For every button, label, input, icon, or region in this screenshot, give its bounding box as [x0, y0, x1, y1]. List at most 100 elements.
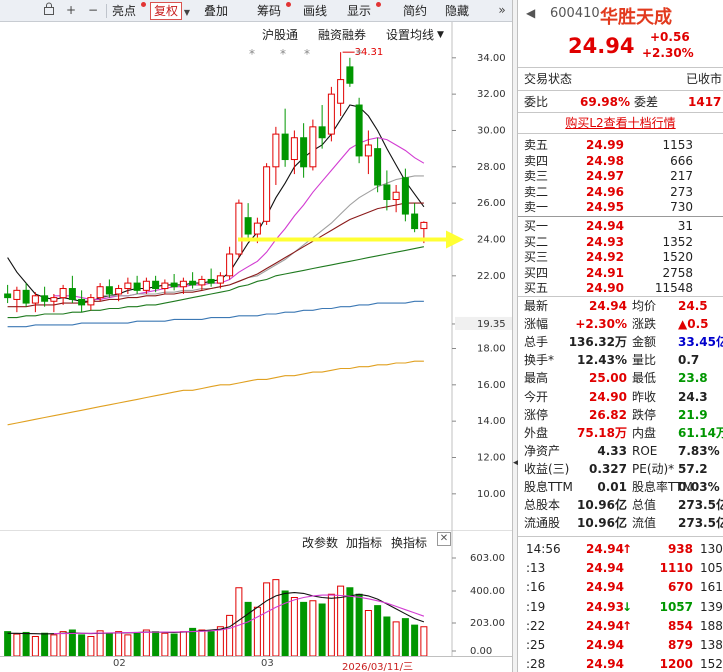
candle-body[interactable] — [133, 282, 141, 291]
volume-bar[interactable] — [226, 614, 234, 656]
candle-body[interactable] — [142, 280, 150, 291]
ask-row[interactable]: 卖五 24.99 1153 — [518, 137, 723, 154]
volume-bar[interactable] — [4, 631, 12, 656]
candle-body[interactable] — [207, 278, 215, 284]
ask-row[interactable]: 卖三 24.97 217 — [518, 168, 723, 185]
candle-body[interactable] — [161, 282, 169, 290]
candle-body[interactable] — [364, 144, 372, 157]
candle-body[interactable] — [309, 126, 317, 168]
candle-body[interactable] — [290, 137, 298, 161]
volume-bar[interactable] — [300, 601, 308, 656]
volume-bar[interactable] — [364, 610, 372, 657]
volume-bar[interactable] — [401, 618, 409, 656]
close-indicator-icon[interactable]: ✕ — [437, 532, 451, 546]
candle-body[interactable] — [318, 126, 326, 139]
candle-body[interactable] — [327, 93, 335, 135]
volume-bar[interactable] — [420, 626, 428, 656]
bid-row[interactable]: 买五 24.90 11548 — [518, 280, 723, 297]
volume-bar[interactable] — [142, 629, 150, 656]
volume-bar[interactable] — [96, 630, 104, 656]
volume-bar[interactable] — [59, 631, 67, 656]
volume-bar[interactable] — [170, 633, 178, 656]
volume-bar[interactable] — [207, 631, 215, 656]
candle-body[interactable] — [216, 275, 224, 284]
volume-bar[interactable] — [355, 593, 363, 656]
volume-bar[interactable] — [31, 636, 39, 657]
ask-row[interactable]: 卖四 24.98 666 — [518, 153, 723, 170]
candle-body[interactable] — [392, 191, 400, 201]
volume-bar[interactable] — [392, 621, 400, 656]
candle-body[interactable] — [31, 295, 39, 304]
volume-bar[interactable] — [290, 597, 298, 657]
candle-body[interactable] — [13, 289, 21, 300]
double-chevron-right-icon[interactable]: » — [494, 2, 510, 19]
volume-bar[interactable] — [13, 633, 21, 656]
volume-bar[interactable] — [244, 601, 252, 656]
bid-row[interactable]: 买一 24.94 31 — [518, 218, 723, 235]
toolbar-item[interactable]: 亮点 — [112, 2, 136, 20]
volume-bar[interactable] — [253, 606, 261, 656]
volume-bar[interactable] — [272, 579, 280, 656]
candle-body[interactable] — [68, 288, 76, 300]
candle-body[interactable] — [170, 282, 178, 288]
volume-bar[interactable] — [346, 587, 354, 656]
back-arrow-icon[interactable]: ◀ — [526, 6, 535, 20]
candle-body[interactable] — [105, 286, 113, 295]
candle-body[interactable] — [87, 297, 95, 306]
candle-body[interactable] — [22, 289, 30, 304]
candle-body[interactable] — [226, 253, 234, 277]
dropdown-arrow-icon[interactable]: ▼ — [183, 4, 191, 21]
volume-chart[interactable]: 603.00 400.00 203.00 0.00 改参数 加指标 换指标 ✕ — [0, 530, 512, 656]
bid-row[interactable]: 买四 24.91 2758 — [518, 265, 723, 282]
toolbar-item[interactable]: 隐藏 — [445, 2, 469, 20]
plus-icon[interactable]: + — [62, 2, 80, 19]
add-indicator-button[interactable]: 加指标 — [346, 534, 382, 551]
volume-bar[interactable] — [318, 603, 326, 656]
volume-bar[interactable] — [124, 634, 132, 656]
volume-bar[interactable] — [161, 632, 169, 656]
kline-chart[interactable]: 沪股通 融资融券 设置均线 ▼ 10.00 12.00 14.00 16.00 18.0… — [0, 22, 512, 530]
candle-body[interactable] — [355, 104, 363, 157]
candle-body[interactable] — [50, 297, 58, 302]
candle-body[interactable] — [253, 222, 261, 235]
edit-params-button[interactable]: 改参数 — [302, 534, 338, 551]
candle-body[interactable] — [244, 217, 252, 235]
volume-bar[interactable] — [189, 627, 197, 656]
volume-bar[interactable] — [50, 634, 58, 656]
ask-row[interactable]: 卖二 24.96 273 — [518, 184, 723, 201]
candle-body[interactable] — [152, 280, 160, 290]
candle-body[interactable] — [374, 148, 382, 186]
candle-body[interactable] — [189, 280, 197, 286]
minus-icon[interactable]: − — [84, 2, 102, 19]
volume-bar[interactable] — [105, 632, 113, 656]
candle-body[interactable] — [78, 298, 86, 306]
toolbar-item[interactable]: 画线 — [303, 2, 327, 20]
toolbar-item[interactable]: 复权 — [150, 2, 183, 20]
buy-l2-link[interactable]: 购买L2查看十档行情 — [518, 114, 723, 131]
toolbar-item[interactable]: 叠加 — [204, 2, 228, 20]
volume-bar[interactable] — [115, 631, 123, 656]
candle-body[interactable] — [96, 286, 104, 299]
volume-bar[interactable] — [411, 624, 419, 656]
candle-body[interactable] — [346, 66, 354, 84]
volume-bar[interactable] — [179, 631, 187, 656]
volume-bar[interactable] — [198, 629, 206, 656]
candle-body[interactable] — [235, 202, 243, 255]
volume-bar[interactable] — [263, 582, 271, 656]
candle-body[interactable] — [4, 293, 12, 299]
volume-bar[interactable] — [78, 634, 86, 656]
candle-body[interactable] — [272, 133, 280, 168]
candle-body[interactable] — [420, 221, 428, 230]
toolbar-item[interactable]: 简约 — [403, 2, 427, 20]
bid-row[interactable]: 买二 24.93 1352 — [518, 234, 723, 251]
candle-body[interactable] — [383, 184, 391, 201]
candle-body[interactable] — [124, 282, 132, 290]
volume-bar[interactable] — [383, 616, 391, 656]
volume-bar[interactable] — [41, 632, 49, 656]
bid-row[interactable]: 买三 24.92 1520 — [518, 249, 723, 266]
candle-body[interactable] — [263, 166, 271, 222]
toolbar-item[interactable]: 筹码 — [257, 2, 281, 20]
volume-bar[interactable] — [309, 600, 317, 656]
candle-body[interactable] — [401, 177, 409, 215]
volume-bar[interactable] — [152, 631, 160, 656]
